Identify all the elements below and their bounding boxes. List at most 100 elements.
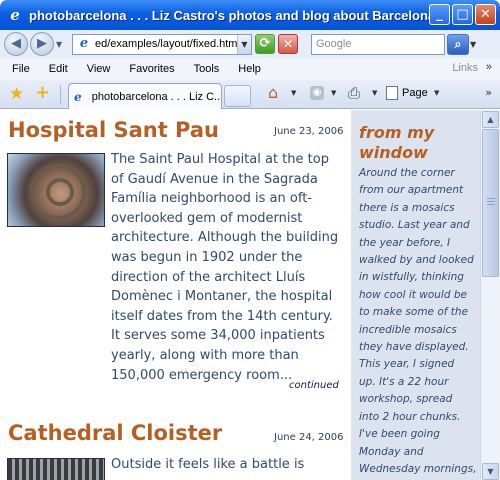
menu-tools[interactable]: Tools <box>194 63 220 75</box>
menu-bar: File Edit View Favorites Tools Help Link… <box>0 58 500 80</box>
text-line: It serves some 34,000 inpatients <box>111 328 325 344</box>
menu-edit[interactable]: Edit <box>49 63 68 75</box>
text-line: I've been going <box>359 428 440 441</box>
maximize-icon: □ <box>456 7 469 22</box>
tab-bar: ★ + e photobarcelona . . . Liz C... ⌂ ▼ … <box>0 80 500 109</box>
add-favorite-icon[interactable]: + <box>35 84 50 102</box>
chevron-right-icon[interactable]: » <box>486 61 492 73</box>
feeds-dropdown-icon[interactable]: ▼ <box>331 89 336 97</box>
sidebar-heading: from my window <box>359 123 477 163</box>
refresh-button[interactable]: ⟳ <box>255 34 275 54</box>
text-line: Família neighborhood is an oft- <box>111 191 312 207</box>
post-date: June 24, 2006 <box>274 432 344 443</box>
text-line: Wednesday mornings, <box>359 462 477 475</box>
search-button[interactable]: ⌕ <box>447 33 469 55</box>
scroll-down-arrow-icon[interactable]: ▼ <box>482 463 499 480</box>
print-icon[interactable]: ⎙ <box>348 85 360 101</box>
recent-pages-dropdown-icon[interactable]: ▼ <box>56 40 66 49</box>
window-title: photobarcelona . . . Liz Castro's photos… <box>29 7 441 23</box>
ie-logo-icon: e <box>10 6 20 24</box>
tab-title: photobarcelona . . . Liz C... <box>91 90 221 103</box>
menu-file[interactable]: File <box>12 63 30 75</box>
minimize-button[interactable]: _ <box>429 4 450 25</box>
post-excerpt: Outside it feels like a battle is <box>111 455 351 475</box>
page-menu-icon[interactable] <box>386 86 398 100</box>
post-title[interactable]: Hospital Sant Pau <box>8 118 219 142</box>
new-tab-button[interactable] <box>224 85 251 107</box>
text-line: yearly, along with more than <box>111 347 299 363</box>
minimize-icon: _ <box>436 7 443 22</box>
page-menu-button[interactable]: Page <box>402 87 428 99</box>
window-controls: _ □ ✕ <box>429 4 496 25</box>
text-line: workshop, spread <box>359 393 453 406</box>
text-line: Around the corner <box>359 167 455 179</box>
text-line: direction of the architect Lluís <box>111 269 306 285</box>
sidebar-text: Around the corner from our apartment the… <box>359 165 479 478</box>
favorites-center-icon[interactable]: ★ <box>9 85 24 103</box>
title-bar: e photobarcelona . . . Liz Castro's phot… <box>0 0 500 30</box>
close-icon: ✕ <box>480 7 491 22</box>
text-line: Monday and <box>359 445 424 458</box>
text-line: there is a mosaics <box>359 201 455 214</box>
print-dropdown-icon[interactable]: ▼ <box>372 89 377 97</box>
text-line: they have displayed. <box>359 341 469 354</box>
text-line: was begun in 1902 under the <box>111 249 303 265</box>
menu-help[interactable]: Help <box>238 63 261 75</box>
feeds-icon[interactable]: ◉ <box>310 86 324 100</box>
chevron-right-icon[interactable]: » <box>485 86 492 99</box>
search-input[interactable]: Google <box>311 33 445 55</box>
address-url[interactable]: ed/examples/layout/fixed.html <box>95 38 237 50</box>
tab-active[interactable]: e photobarcelona . . . Liz C... <box>68 83 222 109</box>
menu-view[interactable]: View <box>87 63 111 75</box>
stop-button[interactable]: ✕ <box>278 34 298 54</box>
post-excerpt: The Saint Paul Hospital at the top of Ga… <box>111 150 351 385</box>
text-line: to make some of the <box>359 306 469 319</box>
menu-favorites[interactable]: Favorites <box>129 63 174 75</box>
tab-page-icon: e <box>74 89 82 104</box>
address-dropdown-icon[interactable]: ▼ <box>237 34 251 54</box>
post-photo <box>7 458 105 480</box>
forward-button[interactable]: ▶ <box>30 32 54 56</box>
search-icon: ⌕ <box>454 36 462 51</box>
home-icon[interactable]: ⌂ <box>268 84 278 102</box>
text-line: the year before, I <box>359 236 451 249</box>
vertical-scrollbar[interactable]: ▲ ▼ <box>480 110 500 480</box>
scroll-thumb[interactable] <box>482 129 499 277</box>
text-line: The Saint Paul Hospital at the top <box>111 152 329 167</box>
sidebar: from my window Around the corner from ou… <box>351 110 480 480</box>
text-line: architecture. Although the building <box>111 230 339 246</box>
back-button[interactable]: ◀ <box>4 32 28 56</box>
address-field[interactable]: e ed/examples/layout/fixed.html ▼ <box>72 33 252 55</box>
text-line: walked by and looked <box>359 254 474 267</box>
text-line: from our apartment <box>359 184 464 197</box>
continued-link[interactable]: continued <box>289 380 339 391</box>
maximize-button[interactable]: □ <box>452 4 473 25</box>
main-column: Hospital Sant Pau June 23, 2006 The Sain… <box>0 110 351 480</box>
photo-detail <box>46 178 74 206</box>
text-line: incredible mosaics <box>359 323 457 336</box>
page-dropdown-icon[interactable]: ▼ <box>434 89 439 97</box>
text-line: overlooked gem of modernist <box>111 210 303 226</box>
post-title[interactable]: Cathedral Cloister <box>8 421 222 445</box>
heading-line: window <box>359 143 428 162</box>
text-line: how cool it would be <box>359 288 467 301</box>
heading-line: from my <box>359 123 435 142</box>
grip-line <box>487 198 495 199</box>
text-line: of Gaudí Avenue in the Sagrada <box>111 171 318 187</box>
text-line: into 2 hour chunks. <box>359 410 461 423</box>
text-line: up. It's a 22 hour <box>359 375 449 388</box>
text-line: Domènec i Montaner, the hospital <box>111 289 333 305</box>
text-line: itself dates from the 14th century. <box>111 308 333 324</box>
links-toolbar[interactable]: Links <box>452 62 478 74</box>
text-line: studio. Last year and <box>359 219 470 232</box>
search-options-dropdown-icon[interactable]: ▼ <box>470 40 480 49</box>
grip-line <box>487 201 495 202</box>
text-line: in wistfully, thinking <box>359 271 464 284</box>
home-dropdown-icon[interactable]: ▼ <box>291 89 296 97</box>
scroll-up-arrow-icon[interactable]: ▲ <box>482 111 499 128</box>
close-button[interactable]: ✕ <box>475 4 496 25</box>
address-toolbar: ◀ ▶ ▼ e ed/examples/layout/fixed.html ▼ … <box>0 30 500 58</box>
grip-line <box>487 204 495 205</box>
text-line: This year, I signed <box>359 358 455 371</box>
post-photo <box>7 153 105 227</box>
